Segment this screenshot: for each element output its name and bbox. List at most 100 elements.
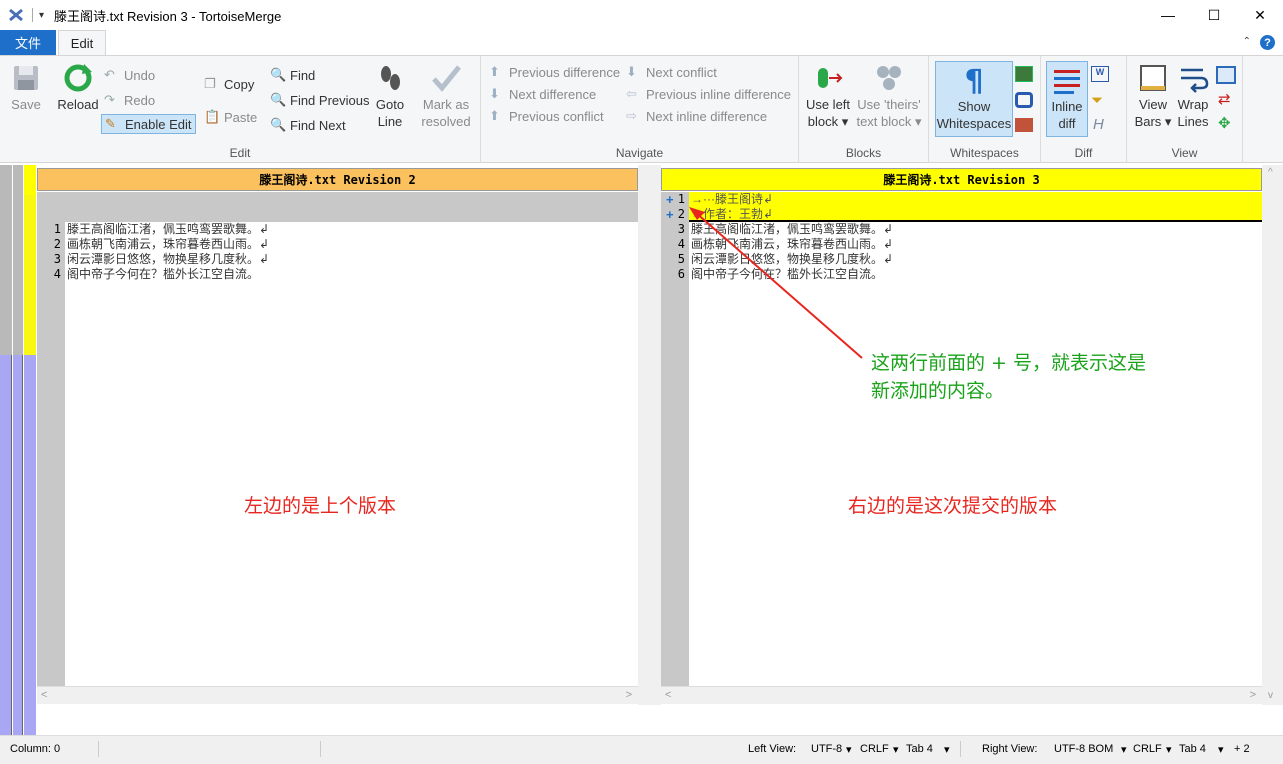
checkmark-icon xyxy=(432,65,461,92)
line-number: 2 xyxy=(677,207,685,221)
whitespace-option-3-icon[interactable] xyxy=(1015,118,1033,132)
chevron-down-icon[interactable]: ▾ xyxy=(846,743,852,756)
swap-icon[interactable]: ⇄ xyxy=(1218,90,1231,108)
scroll-right-icon[interactable]: > xyxy=(1250,689,1256,701)
left-view[interactable]: 滕王阁诗.txt Revision 2 1 滕王高阁临江渚，佩玉鸣鸾罢歌舞。↲ … xyxy=(37,165,638,705)
show-whitespaces-button[interactable]: ¶ Show Whitespaces xyxy=(935,61,1013,137)
left-code-area[interactable] xyxy=(65,222,638,686)
chevron-down-icon[interactable]: ▾ xyxy=(1121,743,1127,756)
inline-diff-button[interactable]: Inline diff xyxy=(1046,61,1088,137)
code-line[interactable]: 阁中帝子今何在？槛外长江空自流。 xyxy=(67,267,638,282)
left-horizontal-scrollbar[interactable]: < > xyxy=(37,686,638,704)
code-line[interactable]: 画栋朝飞南浦云，珠帘暮卷西山雨。↲ xyxy=(67,237,638,252)
pilcrow-icon: ¶ xyxy=(964,64,983,96)
svg-text:¶: ¶ xyxy=(964,64,983,96)
filter-icon[interactable]: ⏷ xyxy=(1091,92,1103,109)
title-separator xyxy=(32,8,33,22)
code-line[interactable]: →···滕王阁诗↲ xyxy=(691,192,1262,207)
right-changes-count: + 2 xyxy=(1234,743,1250,755)
right-tab-dropdown[interactable]: Tab 4 xyxy=(1179,743,1206,755)
find-next-button[interactable]: 🔍 Find Next xyxy=(270,115,346,135)
inline-diff-icon xyxy=(1054,70,1080,94)
status-separator xyxy=(320,741,321,757)
code-line[interactable]: 画栋朝飞南浦云，珠帘暮卷西山雨。↲ xyxy=(691,237,1262,252)
next-difference-button[interactable]: ⬇ Next difference xyxy=(489,84,596,104)
arrow-left-icon: ⇦ xyxy=(626,86,637,101)
scroll-down-icon[interactable]: v xyxy=(1268,690,1273,701)
left-tab-dropdown[interactable]: Tab 4 xyxy=(906,743,933,755)
code-line[interactable]: 闲云潭影日悠悠，物换星移几度秋。↲ xyxy=(691,252,1262,267)
goto-line-button[interactable]: Goto Line xyxy=(370,62,410,130)
maximize-button[interactable]: ☐ xyxy=(1191,0,1237,30)
previous-conflict-button[interactable]: ⬆ Previous conflict xyxy=(489,106,604,126)
blocks-group-label: Blocks xyxy=(845,146,882,160)
annotation-added-note-line1: 这两行前面的 + 号，就表示这是 xyxy=(871,352,1146,374)
left-view-header: 滕王阁诗.txt Revision 2 xyxy=(37,168,638,191)
reload-button[interactable]: Reload xyxy=(54,62,102,113)
whitespace-option-2-icon[interactable] xyxy=(1015,92,1033,108)
collapse-icon[interactable]: ✥ xyxy=(1218,114,1231,132)
code-line[interactable]: 滕王高阁临江渚，佩玉鸣鸾罢歌舞。↲ xyxy=(691,222,1262,237)
ignore-case-icon[interactable]: H xyxy=(1093,116,1104,133)
right-eol-dropdown[interactable]: CRLF xyxy=(1133,743,1162,755)
right-view[interactable]: 滕王阁诗.txt Revision 3 + + 1 →···滕王阁诗↲ 2 →作… xyxy=(661,165,1262,705)
scroll-left-icon[interactable]: < xyxy=(665,689,671,701)
line-number: 3 xyxy=(677,222,685,236)
left-eol-dropdown[interactable]: CRLF xyxy=(860,743,889,755)
search-next-icon: 🔍 xyxy=(270,117,287,132)
find-previous-button[interactable]: 🔍 Find Previous xyxy=(270,90,369,110)
quick-access-dropdown-icon[interactable]: ▾ xyxy=(39,10,44,21)
vertical-scrollbar[interactable]: ^ v xyxy=(1262,165,1283,705)
location-bar[interactable] xyxy=(0,165,36,735)
previous-difference-button[interactable]: ⬆ Previous difference xyxy=(489,62,620,82)
code-line[interactable]: →作者：王勃↲ xyxy=(691,207,1262,222)
next-inline-difference-button[interactable]: ⇨ Next inline difference xyxy=(626,106,767,126)
tab-file[interactable]: 文件 xyxy=(0,30,56,55)
scroll-up-icon[interactable]: ^ xyxy=(1268,167,1273,178)
code-line[interactable]: 阁中帝子今何在？槛外长江空自流。 xyxy=(691,267,1262,282)
code-line[interactable]: 闲云潭影日悠悠，物换星移几度秋。↲ xyxy=(67,252,638,267)
right-horizontal-scrollbar[interactable]: < > xyxy=(661,686,1262,704)
minimize-button[interactable]: — xyxy=(1145,0,1191,30)
previous-inline-difference-button[interactable]: ⇦ Previous inline difference xyxy=(626,84,791,104)
next-conflict-button[interactable]: ⬇ Next conflict xyxy=(626,62,717,82)
tab-edit[interactable]: Edit xyxy=(58,30,106,56)
chevron-down-icon[interactable]: ▾ xyxy=(1166,743,1172,756)
line-number: 6 xyxy=(677,267,685,281)
use-left-block-icon xyxy=(818,68,843,88)
ribbon-collapse-icon[interactable]: ⌃ xyxy=(1243,36,1251,47)
pencil-icon: ✎ xyxy=(105,116,116,131)
scroll-right-icon[interactable]: > xyxy=(626,689,632,701)
footprints-icon xyxy=(381,66,400,90)
use-left-block-button[interactable]: Use left block ▾ xyxy=(804,62,852,130)
word-diff-icon[interactable]: W xyxy=(1091,66,1109,82)
enable-edit-button[interactable]: ✎ Enable Edit xyxy=(101,114,196,134)
chevron-down-icon[interactable]: ▾ xyxy=(944,743,950,756)
chevron-down-icon[interactable]: ▾ xyxy=(893,743,899,756)
redo-button[interactable]: ↷ Redo xyxy=(104,90,155,110)
copy-button[interactable]: ❐ Copy xyxy=(204,74,254,94)
title-bar: ▾ 滕王阁诗.txt Revision 3 - TortoiseMerge — … xyxy=(0,0,1283,30)
close-button[interactable]: ✕ xyxy=(1237,0,1283,30)
mark-resolved-button[interactable]: Mark as resolved xyxy=(418,62,474,130)
right-encoding-dropdown[interactable]: UTF-8 BOM xyxy=(1054,743,1113,755)
wrap-lines-button[interactable]: Wrap Lines xyxy=(1173,62,1213,130)
save-icon xyxy=(14,66,38,90)
scroll-left-icon[interactable]: < xyxy=(41,689,47,701)
whitespace-option-1-icon[interactable] xyxy=(1015,66,1033,82)
chevron-down-icon[interactable]: ▾ xyxy=(1218,743,1224,756)
view-bars-button[interactable]: View Bars ▾ xyxy=(1131,62,1175,130)
code-line[interactable]: 滕王高阁临江渚，佩玉鸣鸾罢歌舞。↲ xyxy=(67,222,638,237)
find-button[interactable]: 🔍 Find xyxy=(270,65,315,85)
tortoisemerge-app-icon[interactable] xyxy=(8,7,24,23)
use-theirs-block-button[interactable]: Use 'theirs' text block ▾ xyxy=(854,62,924,130)
pane-splitter[interactable] xyxy=(638,165,661,705)
line-number: 4 xyxy=(677,237,685,251)
save-button[interactable]: Save xyxy=(6,62,46,113)
help-icon[interactable]: ? xyxy=(1260,35,1275,50)
paste-button[interactable]: 📋 Paste xyxy=(204,107,257,127)
left-encoding-dropdown[interactable]: UTF-8 xyxy=(811,743,842,755)
undo-button[interactable]: ↶ Undo xyxy=(104,65,155,85)
annotation-left-label: 左边的是上个版本 xyxy=(244,495,397,517)
layout-icon[interactable] xyxy=(1216,66,1236,84)
